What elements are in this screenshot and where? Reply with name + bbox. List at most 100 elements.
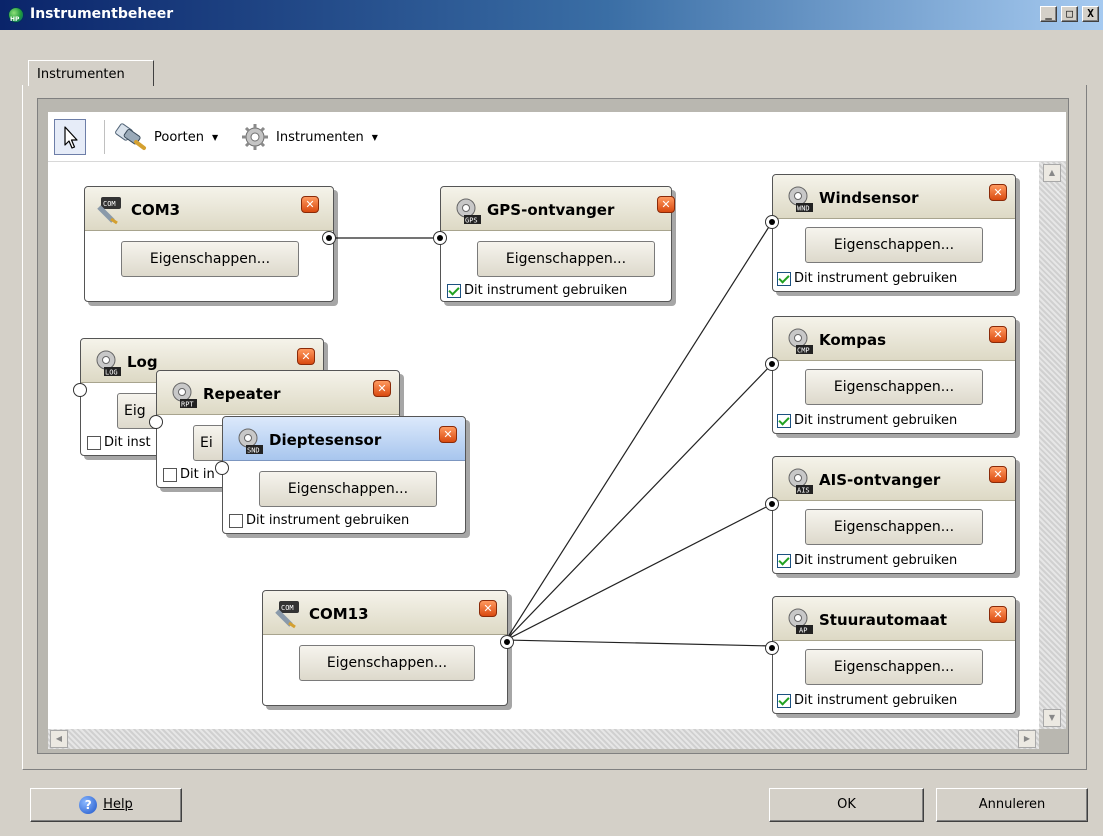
node-header[interactable]: WND Windsensor ✕	[773, 175, 1015, 219]
serial-port-icon: COM	[275, 601, 299, 629]
properties-button[interactable]: Eigenschappen...	[805, 369, 983, 405]
input-port[interactable]	[433, 231, 447, 245]
close-node-button[interactable]: ✕	[297, 348, 315, 365]
close-node-button[interactable]: ✕	[373, 380, 391, 397]
scroll-right-button[interactable]: ▶	[1018, 730, 1036, 748]
properties-button[interactable]: Eigenschappen...	[299, 645, 475, 681]
checkbox-box[interactable]	[87, 435, 101, 450]
close-node-button[interactable]: ✕	[989, 326, 1007, 343]
ok-button[interactable]: OK	[769, 788, 924, 822]
ports-menu-button[interactable]: Poorten ▼	[114, 123, 218, 151]
properties-button[interactable]: Eigenschappen...	[805, 649, 983, 685]
instrument-node-ais[interactable]: AIS AIS-ontvanger ✕ Eigenschappen... Dit…	[765, 456, 1016, 574]
input-port[interactable]	[765, 641, 779, 655]
use-instrument-checkbox[interactable]: Dit instrument gebruiken	[229, 513, 409, 528]
use-instrument-checkbox[interactable]: Dit instrument gebruiken	[777, 553, 957, 568]
cancel-button[interactable]: Annuleren	[936, 788, 1088, 822]
use-instrument-checkbox[interactable]: Dit instrument gebruiken	[777, 693, 957, 708]
output-port[interactable]	[322, 231, 336, 245]
use-instrument-checkbox[interactable]: Dit instrument gebruiken	[777, 271, 957, 286]
instrument-node-gps[interactable]: GPS GPS-ontvanger ✕ Eigenschappen... Dit…	[433, 186, 675, 302]
properties-button[interactable]: Eigenschappen...	[805, 227, 983, 263]
node-header[interactable]: COM COM3 ✕	[85, 187, 333, 231]
serial-port-icon: COM	[97, 197, 121, 225]
checkbox-box[interactable]	[447, 283, 461, 298]
output-port[interactable]	[500, 635, 514, 649]
node-header[interactable]: CMP Kompas ✕	[773, 317, 1015, 361]
instrument-node-compass[interactable]: CMP Kompas ✕ Eigenschappen... Dit instru…	[765, 316, 1016, 434]
checkbox-box[interactable]	[777, 271, 791, 286]
close-window-button[interactable]: X	[1082, 6, 1099, 22]
instrument-node-depth[interactable]: SND Dieptesensor ✕ Eigenschappen... Dit …	[215, 416, 466, 534]
close-node-button[interactable]: ✕	[439, 426, 457, 443]
input-port[interactable]	[765, 497, 779, 511]
arrow-pointer-icon	[64, 126, 78, 149]
properties-button[interactable]: Eigenschappen...	[121, 241, 299, 277]
tab-instrumenten[interactable]: Instrumenten	[28, 60, 154, 86]
diagram-canvas[interactable]: COM COM3 ✕ Eigenschappen... GPS GPS-ontv…	[48, 162, 1039, 729]
close-node-button[interactable]: ✕	[989, 606, 1007, 623]
use-instrument-checkbox[interactable]: Dit inst	[87, 435, 151, 450]
checkbox-label: Dit instrument gebruiken	[794, 271, 958, 286]
close-node-button[interactable]: ✕	[301, 196, 319, 213]
svg-text:WND: WND	[797, 205, 810, 213]
checkbox-box[interactable]	[229, 513, 243, 528]
gear-ais-icon: AIS	[788, 468, 813, 495]
instrument-node-autopilot[interactable]: AP Stuurautomaat ✕ Eigenschappen... Dit …	[765, 596, 1016, 714]
help-button[interactable]: ? Help	[30, 788, 182, 822]
connection-com13-ais	[505, 503, 773, 641]
input-port[interactable]	[215, 461, 229, 475]
checkbox-label: Dit instrument gebruiken	[794, 553, 958, 568]
node-header[interactable]: SND Dieptesensor ✕	[223, 417, 465, 461]
close-node-button[interactable]: ✕	[989, 466, 1007, 483]
input-port[interactable]	[149, 415, 163, 429]
properties-button[interactable]: Eigenschappen...	[477, 241, 655, 277]
properties-button[interactable]: Eigenschappen...	[805, 509, 983, 545]
gear-autopilot-icon: AP	[788, 608, 813, 635]
checkbox-label: Dit instrument gebruiken	[464, 283, 628, 298]
node-header[interactable]: AP Stuurautomaat ✕	[773, 597, 1015, 641]
use-instrument-checkbox[interactable]: Dit instrument gebruiken	[777, 413, 957, 428]
input-port[interactable]	[73, 383, 87, 397]
port-node-com13[interactable]: COM COM13 ✕ Eigenschappen...	[262, 590, 514, 706]
instruments-label: Instrumenten	[276, 129, 364, 145]
node-header[interactable]: COM COM13 ✕	[263, 591, 507, 635]
window-title: Instrumentbeheer	[30, 6, 174, 22]
use-instrument-checkbox[interactable]: Dit instrument gebruiken	[447, 283, 627, 298]
gear-wind-icon: WND	[788, 186, 813, 213]
maximize-button[interactable]: □	[1061, 6, 1078, 22]
checkbox-label: Dit in	[180, 467, 215, 482]
title-bar: Instrumentbeheer _ □ X	[0, 0, 1103, 30]
instrument-node-wind[interactable]: WND Windsensor ✕ Eigenschappen... Dit in…	[765, 174, 1016, 292]
node-header[interactable]: RPT Repeater ✕	[157, 371, 399, 415]
minimize-button[interactable]: _	[1040, 6, 1057, 22]
checkbox-box[interactable]	[777, 413, 791, 428]
svg-text:COM: COM	[281, 604, 294, 612]
close-node-button[interactable]: ✕	[479, 600, 497, 617]
port-node-com3[interactable]: COM COM3 ✕ Eigenschappen...	[84, 186, 336, 302]
gear-repeater-icon: RPT	[172, 382, 197, 409]
instruments-menu-button[interactable]: Instrumenten ▼	[240, 123, 378, 151]
input-port[interactable]	[765, 357, 779, 371]
gear-depth-icon: SND	[238, 428, 263, 455]
checkbox-label: Dit instrument gebruiken	[246, 513, 410, 528]
help-question-icon: ?	[79, 795, 98, 814]
checkbox-box[interactable]	[163, 467, 177, 482]
vertical-scrollbar[interactable]: ▲ ▼	[1039, 162, 1066, 729]
scroll-down-button[interactable]: ▼	[1043, 709, 1061, 727]
checkbox-box[interactable]	[777, 553, 791, 568]
close-node-button[interactable]: ✕	[989, 184, 1007, 201]
node-header[interactable]: AIS AIS-ontvanger ✕	[773, 457, 1015, 501]
properties-button[interactable]: Eigenschappen...	[259, 471, 437, 507]
close-node-button[interactable]: ✕	[657, 196, 675, 213]
pointer-tool-button[interactable]	[54, 119, 86, 155]
input-port[interactable]	[765, 215, 779, 229]
checkbox-box[interactable]	[777, 693, 791, 708]
node-header[interactable]: GPS GPS-ontvanger ✕	[441, 187, 675, 231]
scroll-left-button[interactable]: ◀	[50, 730, 68, 748]
gear-compass-icon: CMP	[788, 328, 813, 355]
scroll-up-button[interactable]: ▲	[1043, 164, 1061, 182]
horizontal-scrollbar[interactable]: ◀ ▶	[48, 729, 1039, 749]
svg-text:RPT: RPT	[181, 401, 194, 409]
use-instrument-checkbox[interactable]: Dit in	[163, 467, 215, 482]
